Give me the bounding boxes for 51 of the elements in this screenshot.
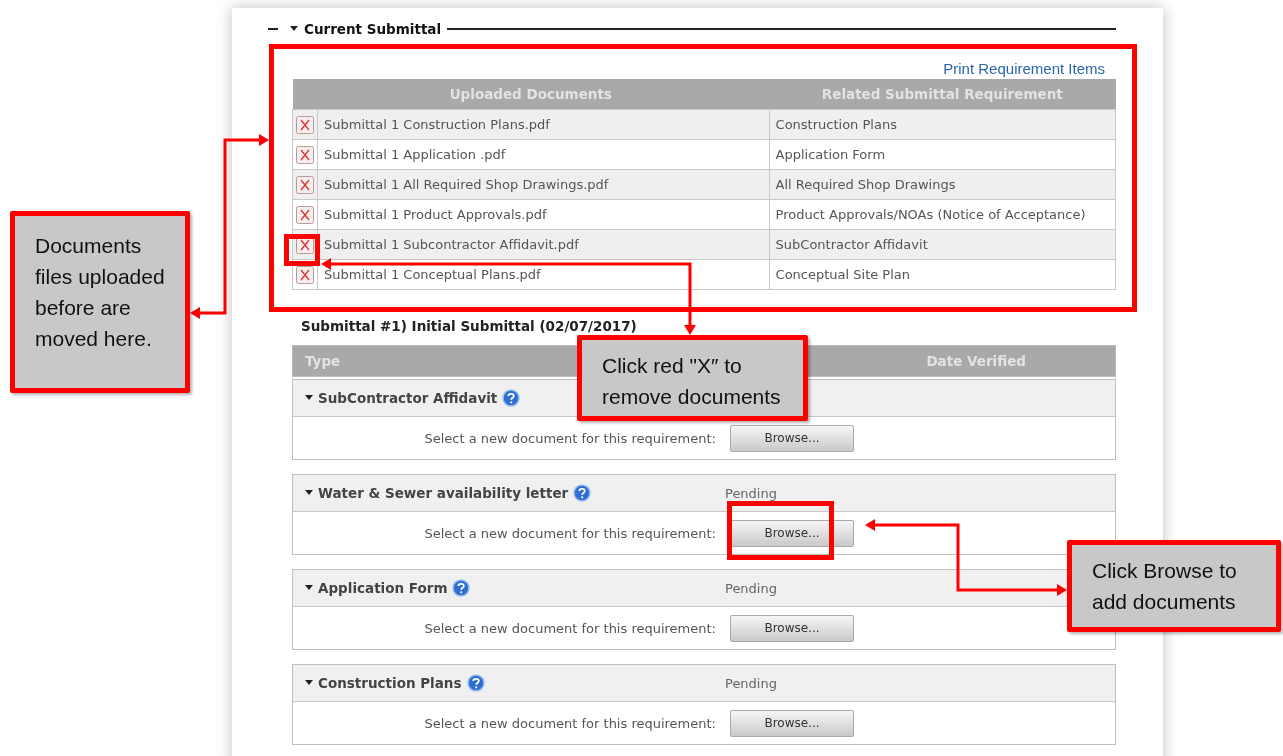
- column-header: Uploaded Documents: [449, 86, 612, 102]
- file-name: Submittal 1 All Required Shop Drawings.pdf: [324, 177, 609, 192]
- callout-box: Click Browse to add documents: [1067, 540, 1281, 632]
- requirement-name: All Required Shop Drawings: [775, 177, 956, 192]
- prompt-text: Select a new document for this requirement:: [423, 430, 716, 446]
- browse-button[interactable]: Browse...: [730, 424, 854, 452]
- browse-button[interactable]: Browse...: [730, 519, 854, 547]
- delete-icon[interactable]: [296, 265, 314, 284]
- requirement-title: Water & Sewer availability letter: [318, 485, 569, 501]
- requirement-title: Construction Plans: [318, 675, 462, 691]
- status-text: Pending: [725, 485, 777, 501]
- print-link[interactable]: Print Requirement Items: [943, 60, 1105, 77]
- delete-icon[interactable]: [296, 145, 314, 164]
- column-header: Related Submittal Requirement: [821, 86, 1063, 102]
- requirement-name: Product Approvals/NOAs (Notice of Acceptance): [775, 207, 1086, 222]
- delete-icon[interactable]: [296, 175, 314, 194]
- requirement-name: Construction Plans: [775, 117, 897, 132]
- requirement-name: Conceptual Site Plan: [775, 267, 911, 282]
- help-icon[interactable]: [452, 579, 471, 597]
- callout-box: Click red "X″ to remove documents: [577, 335, 808, 421]
- column-header: Date Verified: [926, 353, 1027, 369]
- callout-box: Documents files uploaded before are moved here.: [10, 211, 190, 393]
- file-name: Submittal 1 Product Approvals.pdf: [324, 207, 547, 222]
- help-icon[interactable]: [466, 674, 485, 692]
- requirement-title: Application Form: [318, 580, 448, 596]
- delete-icon[interactable]: [296, 205, 314, 224]
- help-icon[interactable]: [502, 389, 521, 407]
- caret-icon[interactable]: [305, 679, 313, 687]
- browse-button[interactable]: Browse...: [730, 709, 854, 737]
- caret-icon[interactable]: [305, 584, 313, 592]
- browse-button[interactable]: Browse...: [730, 614, 854, 642]
- prompt-text: Select a new document for this requirement:: [423, 525, 716, 541]
- status-text: Pending: [725, 580, 777, 596]
- column-header: Type: [305, 353, 341, 369]
- help-icon[interactable]: [573, 484, 592, 502]
- status-text: Pending: [725, 675, 777, 691]
- submittal-title: Submittal #1) Initial Submittal (02/07/2017): [301, 318, 638, 334]
- file-name: Submittal 1 Subcontractor Affidavit.pdf: [324, 237, 579, 252]
- prompt-text: Select a new document for this requirement:: [423, 620, 716, 636]
- delete-icon[interactable]: [296, 115, 314, 134]
- section-title: Current Submittal: [304, 21, 442, 37]
- file-name: Submittal 1 Conceptual Plans.pdf: [324, 267, 541, 282]
- prompt-text: Select a new document for this requirement:: [423, 715, 716, 731]
- caret-icon[interactable]: [290, 25, 298, 33]
- requirement-name: SubContractor Affidavit: [775, 237, 928, 252]
- caret-icon[interactable]: [305, 489, 313, 497]
- file-name: Submittal 1 Construction Plans.pdf: [324, 117, 550, 132]
- file-name: Submittal 1 Application .pdf: [324, 147, 506, 162]
- requirement-name: Application Form: [775, 147, 886, 162]
- caret-icon[interactable]: [305, 394, 313, 402]
- requirement-title: SubContractor Affidavit: [318, 390, 498, 406]
